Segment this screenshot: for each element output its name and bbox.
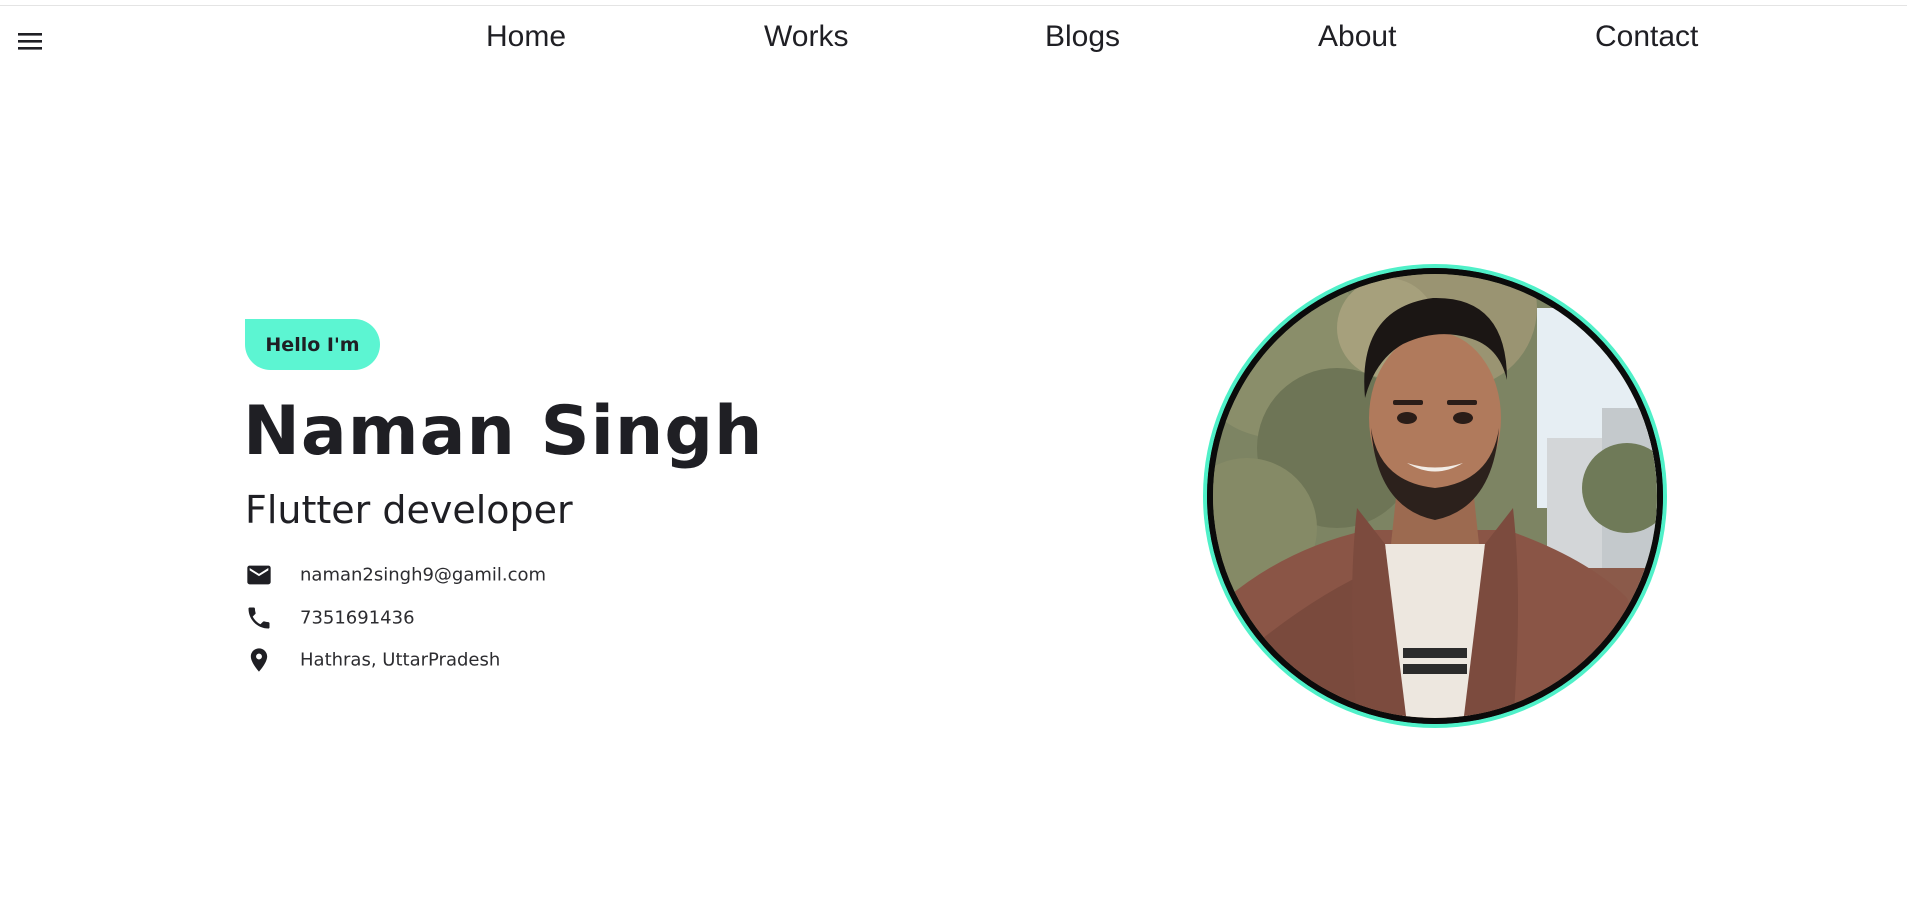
location-pin-icon xyxy=(250,648,268,672)
hamburger-menu-button[interactable] xyxy=(14,28,48,54)
greeting-text: Hello I'm xyxy=(265,333,360,356)
profile-photo-illustration xyxy=(1207,268,1663,724)
nav-home-link[interactable]: Home xyxy=(486,20,566,54)
nav-about-link[interactable]: About xyxy=(1318,20,1396,54)
contact-location-row: Hathras, UttarPradesh xyxy=(245,645,500,675)
nav-works-link[interactable]: Works xyxy=(764,20,848,54)
hamburger-menu-icon xyxy=(18,33,42,50)
greeting-badge: Hello I'm xyxy=(245,319,380,370)
hero-role: Flutter developer xyxy=(245,488,573,532)
phone-icon xyxy=(248,607,270,629)
contact-phone-text[interactable]: 7351691436 xyxy=(300,608,415,629)
contact-email-text[interactable]: naman2singh9@gamil.com xyxy=(300,565,546,586)
contact-phone-row: 7351691436 xyxy=(245,603,415,633)
profile-photo xyxy=(1207,268,1663,724)
nav-blogs-link[interactable]: Blogs xyxy=(1045,20,1120,54)
email-icon xyxy=(247,565,271,585)
hero-name: Naman Singh xyxy=(243,392,764,471)
portfolio-page: Home Works Blogs About Contact Hello I'm… xyxy=(0,0,1907,911)
nav-contact-link[interactable]: Contact xyxy=(1595,20,1698,54)
contact-location-text: Hathras, UttarPradesh xyxy=(300,649,501,671)
contact-email-row: naman2singh9@gamil.com xyxy=(245,560,546,590)
top-divider xyxy=(0,5,1907,6)
